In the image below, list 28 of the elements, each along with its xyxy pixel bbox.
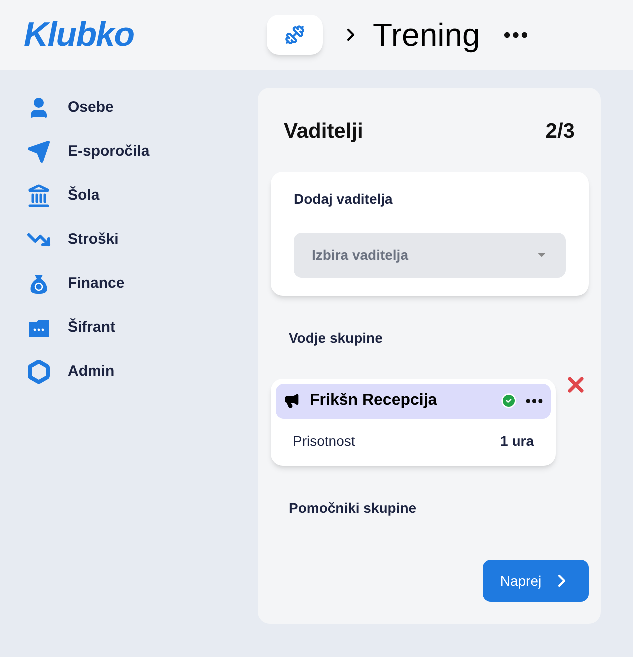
building-icon (27, 184, 51, 208)
next-button[interactable]: Naprej (483, 560, 589, 602)
sidebar-item[interactable]: Šifrant (27, 316, 258, 340)
panel-title: Vaditelji (284, 119, 364, 145)
more-button[interactable] (526, 398, 543, 404)
attendance-label: Prisotnost (293, 432, 356, 450)
sidebar-item[interactable]: E-sporočila (27, 140, 258, 164)
sidebar-item[interactable]: Šola (27, 184, 258, 208)
attendance-value: 1 ura (500, 432, 534, 450)
section-title: Pomočniki skupine (289, 498, 418, 518)
sidebar-item[interactable]: Finance (27, 272, 258, 296)
training-button[interactable] (267, 15, 323, 55)
section-title: Vodje skupine (289, 328, 384, 348)
card-title: Dodaj vaditelja (294, 190, 394, 209)
page-title: Trening (373, 16, 480, 55)
more-icon (526, 398, 543, 404)
dumbbell-icon (285, 25, 305, 45)
sidebar-item[interactable]: Osebe (27, 96, 258, 120)
sidebar-item[interactable]: Admin (27, 360, 258, 384)
hexagon-icon (27, 360, 51, 384)
trainer-select[interactable]: Izbira vaditelja (294, 232, 566, 278)
more-button[interactable] (504, 32, 528, 38)
more-icon (504, 32, 528, 38)
trainer-count: 2/3 (546, 119, 575, 145)
send-icon (27, 140, 51, 164)
sidebar-item[interactable]: Stroški (27, 228, 258, 252)
leader-name: Frikšn Recepcija (310, 391, 438, 411)
logo[interactable]: Klubko (24, 10, 254, 60)
